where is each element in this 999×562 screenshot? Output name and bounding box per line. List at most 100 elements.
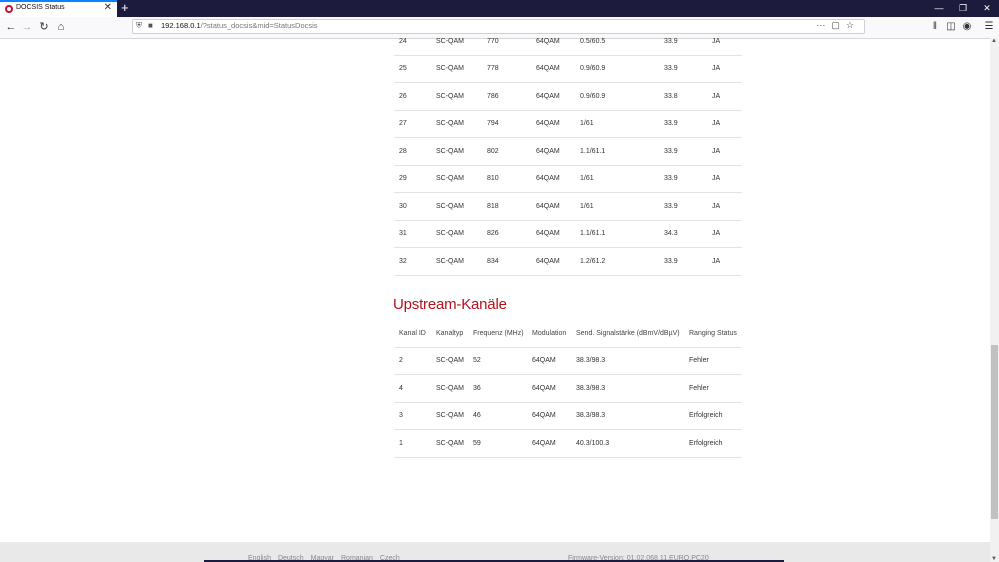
table-cell: 33.8 [664, 82, 712, 111]
table-row: 28 SC-QAM 802 64QAM 1.1/61.1 33.9 JA [394, 137, 742, 166]
table-cell: JA [712, 137, 742, 166]
table-cell: SC-QAM [436, 347, 473, 375]
table-cell: SC-QAM [436, 374, 473, 403]
table-cell: 33.9 [664, 165, 712, 193]
column-header: Kanal ID [394, 320, 436, 348]
back-icon[interactable]: ← [3, 19, 19, 35]
reload-icon[interactable]: ↻ [36, 19, 52, 35]
table-cell: 59 [473, 429, 532, 458]
minimize-button[interactable]: — [928, 0, 950, 17]
tab-title: DOCSIS Status [16, 4, 65, 11]
new-tab-button[interactable]: + [121, 0, 131, 16]
table-cell: Fehler [689, 347, 742, 375]
column-header: Send. Signalstärke (dBmV/dBµV) [576, 320, 689, 348]
table-cell: SC-QAM [436, 165, 487, 193]
downstream-table: 24 SC-QAM 770 64QAM 0.5/60.5 33.9 JA 25 SC-QAM 77… [394, 38, 742, 276]
scrollbar-thumb[interactable] [991, 345, 998, 519]
table-cell: 802 [487, 137, 536, 166]
table-cell: 1/61 [580, 110, 664, 138]
table-cell: Fehler [689, 374, 742, 403]
table-cell: 30 [394, 192, 436, 221]
upstream-table: Kanal ID Kanaltyp Frequenz (MHz) Modulation… [394, 320, 742, 458]
table-cell: 1/61 [580, 165, 664, 193]
table-cell: SC-QAM [436, 55, 487, 83]
table-row: 1 SC-QAM 59 64QAM 40.3/100.3 Erfolgreich [394, 429, 742, 458]
table-cell: 27 [394, 110, 436, 138]
table-cell: JA [712, 38, 742, 56]
table-cell: 64QAM [536, 110, 580, 138]
bookmark-star-icon[interactable]: ☆ [846, 20, 860, 30]
page-content: 24 SC-QAM 770 64QAM 0.5/60.5 33.9 JA 25 SC-QAM 77… [0, 38, 990, 542]
url-text[interactable]: 192.168.0.1/?status_docsis&mid=StatusDoc… [161, 21, 318, 30]
url-bar[interactable]: ⛨ ■ 192.168.0.1/?status_docsis&mid=Statu… [132, 19, 865, 34]
forward-icon[interactable]: → [19, 19, 35, 35]
vertical-scrollbar[interactable]: ▲ ▼ [990, 38, 999, 562]
maximize-button[interactable]: ❐ [952, 0, 974, 17]
table-row: 32 SC-QAM 834 64QAM 1.2/61.2 33.9 JA [394, 247, 742, 276]
shield-icon[interactable]: ⛨ [136, 21, 142, 31]
table-cell: 1.2/61.2 [580, 247, 664, 276]
table-cell: 64QAM [536, 165, 580, 193]
table-cell: 40.3/100.3 [576, 429, 689, 458]
table-cell: 64QAM [536, 82, 580, 111]
table-cell: 64QAM [536, 192, 580, 221]
table-cell: 0.9/60.9 [580, 82, 664, 111]
table-cell: JA [712, 82, 742, 111]
table-cell: SC-QAM [436, 38, 487, 56]
close-window-button[interactable]: ✕ [976, 0, 998, 17]
table-cell: JA [712, 110, 742, 138]
sidebar-icon[interactable]: ◫ [944, 19, 958, 35]
table-cell: 3 [394, 402, 436, 430]
table-cell: SC-QAM [436, 82, 487, 111]
table-cell: SC-QAM [436, 192, 487, 221]
table-cell: JA [712, 220, 742, 248]
home-icon[interactable]: ⌂ [53, 19, 69, 35]
table-cell: 794 [487, 110, 536, 138]
menu-icon[interactable]: ☰ [982, 19, 996, 35]
library-icon[interactable]: ‖ [928, 19, 942, 35]
table-cell: 2 [394, 347, 436, 375]
account-icon[interactable]: ◉ [960, 19, 974, 35]
table-row: 30 SC-QAM 818 64QAM 1/61 33.9 JA [394, 192, 742, 221]
more-icon[interactable]: ⋯ [816, 20, 831, 30]
table-row: 3 SC-QAM 46 64QAM 38.3/98.3 Erfolgreich [394, 402, 742, 430]
table-cell: SC-QAM [436, 220, 487, 248]
table-cell: 1.1/61.1 [580, 220, 664, 248]
table-cell: 28 [394, 137, 436, 166]
table-cell: JA [712, 55, 742, 83]
table-row: 31 SC-QAM 826 64QAM 1.1/61.1 34.3 JA [394, 220, 742, 248]
table-cell: 38.3/98.3 [576, 347, 689, 375]
table-cell: 834 [487, 247, 536, 276]
table-cell: 33.9 [664, 192, 712, 221]
table-cell: 25 [394, 55, 436, 83]
table-row: 25 SC-QAM 778 64QAM 0.9/60.9 33.9 JA [394, 55, 742, 83]
column-header: Ranging Status [689, 320, 742, 348]
table-cell: 24 [394, 38, 436, 56]
scroll-up-icon[interactable]: ▲ [991, 38, 997, 44]
browser-titlebar: DOCSIS Status ✕ + — ❐ ✕ [0, 0, 999, 17]
table-cell: 64QAM [536, 55, 580, 83]
scroll-down-icon[interactable]: ▼ [991, 556, 997, 562]
table-cell: 818 [487, 192, 536, 221]
table-cell: Erfolgreich [689, 402, 742, 430]
column-header: Frequenz (MHz) [473, 320, 532, 348]
table-cell: 64QAM [532, 347, 576, 375]
page-footer: English Deutsch Magyar Romanian Czech Firmwa… [0, 542, 990, 562]
table-cell: 29 [394, 165, 436, 193]
table-cell: 64QAM [536, 137, 580, 166]
tab-close-icon[interactable]: ✕ [104, 2, 112, 13]
table-row: 29 SC-QAM 810 64QAM 1/61 33.9 JA [394, 165, 742, 193]
table-cell: JA [712, 192, 742, 221]
table-cell: 32 [394, 247, 436, 276]
column-header: Kanaltyp [436, 320, 473, 348]
table-cell: 64QAM [532, 429, 576, 458]
table-cell: 64QAM [536, 247, 580, 276]
table-cell: 34.3 [664, 220, 712, 248]
browser-tab[interactable]: DOCSIS Status ✕ [0, 0, 117, 17]
table-cell: 46 [473, 402, 532, 430]
table-cell: SC-QAM [436, 429, 473, 458]
lock-icon[interactable]: ■ [148, 21, 153, 30]
table-cell: 0.5/60.5 [580, 38, 664, 56]
pocket-icon[interactable]: ▢ [831, 20, 846, 30]
table-row: 26 SC-QAM 786 64QAM 0.9/60.9 33.8 JA [394, 82, 742, 111]
